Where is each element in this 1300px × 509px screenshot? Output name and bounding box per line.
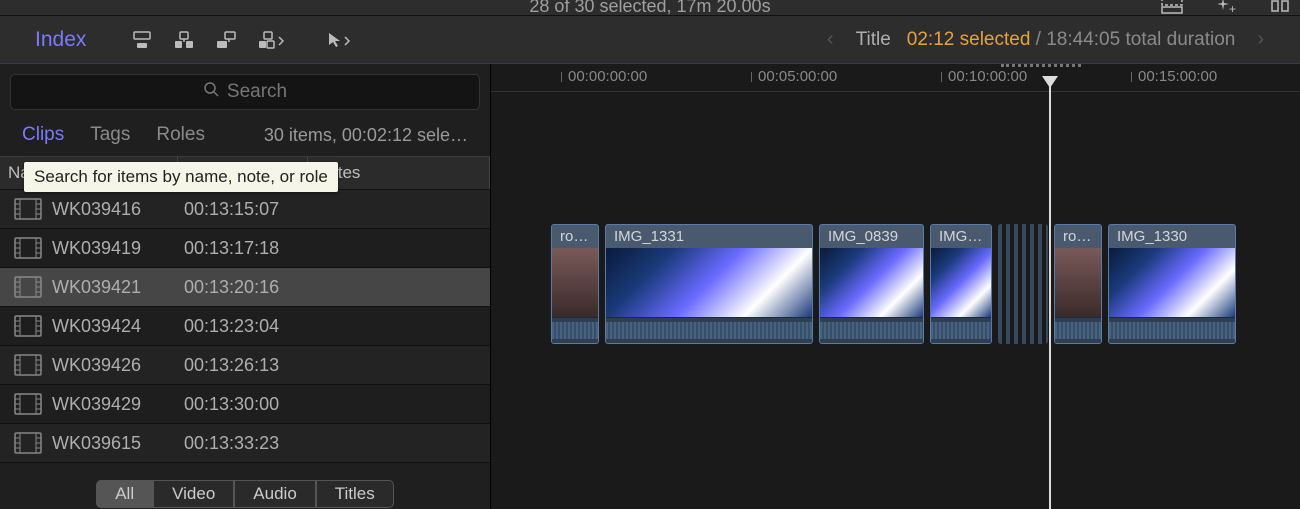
index-button[interactable]: Index: [10, 28, 111, 52]
search-placeholder: Search: [227, 81, 287, 103]
toolbar: Index ‹ Title 02:12 selected / 18:44:05 …: [0, 15, 1300, 64]
status-bar: 28 of 30 selected, 17m 20.00s +: [0, 0, 1300, 15]
clip-audio: [1055, 317, 1101, 343]
clip-thumbnail: [1109, 248, 1235, 317]
row-name: WK039615: [52, 433, 178, 454]
clip-icon: [14, 432, 42, 454]
total-duration: 18:44:05 total duration: [1046, 29, 1235, 50]
clip-audio: [606, 317, 812, 343]
clip-label: roll…: [552, 225, 598, 248]
clips-lane: roll… IMG_1331 IMG_0839 IMG_… roll… IMG_1330: [491, 224, 1300, 344]
table-row[interactable]: WK039429 00:13:30:00: [0, 385, 490, 424]
duration-separator: /: [1036, 29, 1047, 50]
clip-icon: [14, 354, 42, 376]
tab-roles[interactable]: Roles: [156, 124, 205, 146]
row-position: 00:13:20:16: [178, 277, 308, 298]
append-clip-icon[interactable]: [215, 29, 237, 51]
layout-icon[interactable]: [1160, 0, 1184, 18]
ruler-mark: 00:00:00:00: [561, 68, 647, 85]
ruler-mark: 00:05:00:00: [751, 68, 837, 85]
table-row[interactable]: WK039424 00:13:23:04: [0, 307, 490, 346]
table-row[interactable]: WK039416 00:13:15:07: [0, 190, 490, 229]
index-sidebar: Search Clips Tags Roles 30 items, 00:02:…: [0, 64, 490, 509]
snap-icon[interactable]: [1268, 0, 1292, 18]
clip-label: IMG_…: [931, 225, 991, 248]
title-label: Title: [856, 29, 891, 51]
timeline-ruler[interactable]: 00:00:00:00 00:05:00:00 00:10:00:00 00:15:0…: [491, 64, 1300, 92]
insert-clip-icon[interactable]: [173, 29, 195, 51]
clip-thumbnail: [820, 248, 923, 317]
ruler-mark: 00:15:00:00: [1131, 68, 1217, 85]
clip-audio: [820, 317, 923, 343]
search-input[interactable]: Search: [10, 74, 480, 110]
overwrite-clip-icon[interactable]: [257, 29, 285, 51]
row-name: WK039421: [52, 277, 178, 298]
clip-gap: [998, 224, 1048, 344]
filter-titles[interactable]: Titles: [316, 480, 394, 508]
filter-audio[interactable]: Audio: [234, 480, 315, 508]
table-row[interactable]: WK039419 00:13:17:18: [0, 229, 490, 268]
row-position: 00:13:26:13: [178, 355, 308, 376]
clip-label: IMG_1330: [1109, 225, 1235, 248]
filter-all[interactable]: All: [96, 480, 153, 508]
clip-icon: [14, 276, 42, 298]
row-name: WK039426: [52, 355, 178, 376]
select-tool-icon[interactable]: [325, 30, 351, 50]
row-position: 00:13:33:23: [178, 433, 308, 454]
tab-clips[interactable]: Clips: [22, 124, 64, 146]
timeline-clip[interactable]: roll…: [1054, 224, 1102, 344]
clip-icon: [14, 198, 42, 220]
clip-icon: [14, 315, 42, 337]
prev-chevron-icon[interactable]: ‹: [821, 28, 840, 51]
timeline[interactable]: 00:00:00:00 00:05:00:00 00:10:00:00 00:15:0…: [490, 64, 1300, 509]
timeline-clip[interactable]: IMG_1331: [605, 224, 813, 344]
timeline-clip[interactable]: IMG_0839: [819, 224, 924, 344]
clip-label: roll…: [1055, 225, 1101, 248]
sparkle-add-icon[interactable]: +: [1214, 0, 1238, 18]
table-row[interactable]: WK039421 00:13:20:16: [0, 268, 490, 307]
clip-audio: [552, 317, 598, 343]
clip-thumbnail: [606, 248, 812, 317]
clip-thumbnail: [552, 248, 598, 317]
search-tooltip: Search for items by name, note, or role: [24, 162, 338, 192]
row-position: 00:13:30:00: [178, 394, 308, 415]
status-text: 28 of 30 selected, 17m 20.00s: [529, 0, 770, 17]
row-name: WK039429: [52, 394, 178, 415]
row-position: 00:13:17:18: [178, 238, 308, 259]
filter-bar: All Video Audio Titles: [0, 479, 490, 509]
timeline-clip[interactable]: IMG_…: [930, 224, 992, 344]
table-row[interactable]: WK039426 00:13:26:13: [0, 346, 490, 385]
row-name: WK039416: [52, 199, 178, 220]
connect-clip-icon[interactable]: [131, 29, 153, 51]
row-name: WK039419: [52, 238, 178, 259]
row-position: 00:13:23:04: [178, 316, 308, 337]
tab-tags[interactable]: Tags: [90, 124, 130, 146]
row-position: 00:13:15:07: [178, 199, 308, 220]
clip-label: IMG_0839: [820, 225, 923, 248]
svg-text:+: +: [1229, 2, 1236, 16]
playhead[interactable]: [1049, 78, 1051, 509]
timeline-clip[interactable]: roll…: [551, 224, 599, 344]
filter-video[interactable]: Video: [153, 480, 234, 508]
clip-icon: [14, 393, 42, 415]
clip-label: IMG_1331: [606, 225, 812, 248]
clip-audio: [1109, 317, 1235, 343]
timeline-clip[interactable]: IMG_1330: [1108, 224, 1236, 344]
clip-icon: [14, 237, 42, 259]
clip-rows: WK039416 00:13:15:07 WK039419 00:13:17:1…: [0, 190, 490, 479]
table-row[interactable]: WK039615 00:13:33:23: [0, 424, 490, 463]
row-name: WK039424: [52, 316, 178, 337]
clip-thumbnail: [1055, 248, 1101, 317]
index-summary: 30 items, 00:02:12 sele…: [264, 125, 468, 146]
search-icon: [203, 81, 219, 103]
ruler-mark: 00:10:00:00: [941, 68, 1027, 85]
next-chevron-icon[interactable]: ›: [1251, 28, 1270, 51]
clip-audio: [931, 317, 991, 343]
clip-thumbnail: [931, 248, 991, 317]
selected-duration: 02:12 selected: [907, 29, 1031, 50]
